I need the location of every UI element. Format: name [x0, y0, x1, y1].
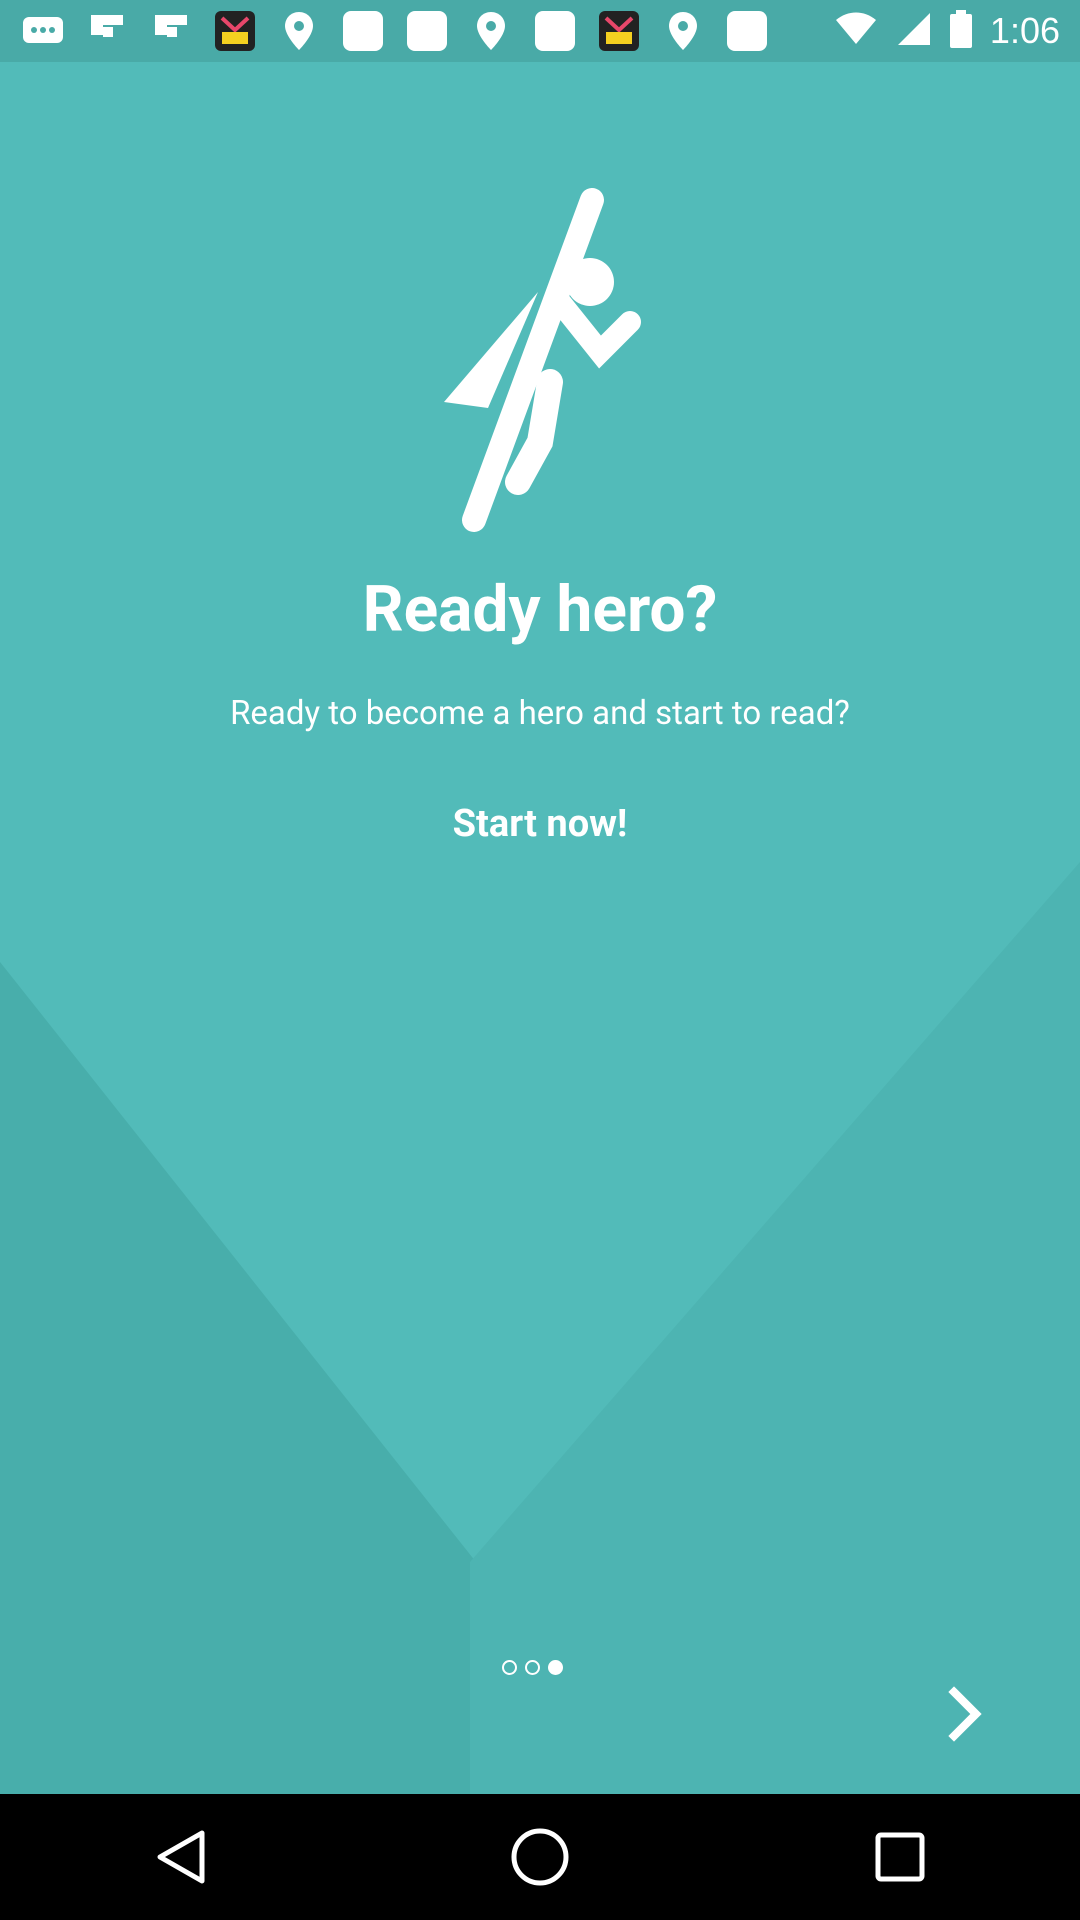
page-dot-2: [525, 1660, 540, 1675]
status-bar: 1:06: [0, 0, 1080, 62]
system-status: 1:06: [834, 10, 1060, 52]
recents-square-icon: [875, 1832, 925, 1882]
home-button[interactable]: [495, 1812, 585, 1902]
flipboard-icon: [86, 10, 128, 52]
chevron-right-icon: [948, 1686, 982, 1742]
back-button[interactable]: [135, 1812, 225, 1902]
back-triangle-icon: [157, 1830, 205, 1884]
start-now-button[interactable]: Start now!: [0, 802, 1080, 846]
square-icon: [534, 10, 576, 52]
square-icon: [406, 10, 448, 52]
location-pin-icon: [662, 10, 704, 52]
page-indicator: [502, 1660, 563, 1675]
location-pin-icon: [278, 10, 320, 52]
signal-icon: [896, 11, 932, 51]
flying-hero-icon: [444, 188, 641, 532]
flipboard-icon: [150, 10, 192, 52]
recents-button[interactable]: [855, 1812, 945, 1902]
page-subtitle: Ready to become a hero and start to read…: [230, 694, 850, 733]
next-button[interactable]: [946, 1684, 986, 1744]
chat-bubble-icon: [22, 10, 64, 52]
pop-app-icon: [214, 10, 256, 52]
pop-app-icon: [598, 10, 640, 52]
page-dot-3-active: [548, 1660, 563, 1675]
clock: 1:06: [989, 10, 1060, 51]
navigation-bar: [0, 1794, 1080, 1920]
onboarding-screen[interactable]: Ready hero? Ready to become a hero and s…: [0, 62, 1080, 1794]
page-title: Ready hero?: [362, 572, 718, 647]
square-icon: [342, 10, 384, 52]
battery-icon: [949, 10, 972, 52]
home-circle-icon: [511, 1828, 569, 1886]
location-pin-icon: [470, 10, 512, 52]
notification-icons: [22, 10, 768, 52]
wifi-icon: [834, 12, 878, 50]
page-dot-1: [502, 1660, 517, 1675]
square-icon: [726, 10, 768, 52]
